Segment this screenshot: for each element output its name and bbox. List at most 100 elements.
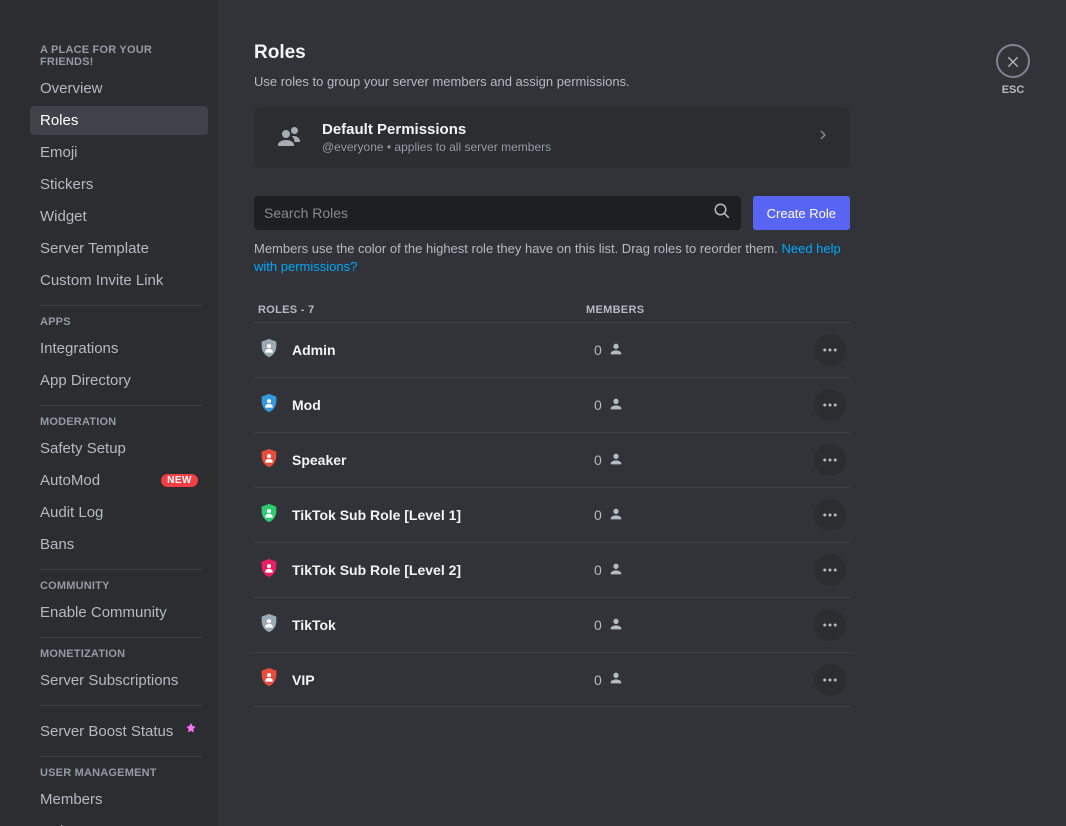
sidebar-item-label: Stickers bbox=[40, 176, 93, 193]
roles-count-header: ROLES - 7 bbox=[258, 304, 586, 316]
sidebar-item-roles[interactable]: Roles bbox=[30, 106, 208, 135]
person-icon bbox=[608, 561, 624, 580]
section-label: COMMUNITY bbox=[40, 580, 208, 592]
role-row[interactable]: Mod0 bbox=[254, 377, 850, 432]
chevron-right-icon bbox=[814, 126, 832, 149]
sidebar-item-label: Emoji bbox=[40, 144, 78, 161]
role-member-count: 0 bbox=[594, 616, 814, 635]
roles-hint: Members use the color of the highest rol… bbox=[254, 240, 850, 276]
role-name: TikTok Sub Role [Level 1] bbox=[292, 507, 594, 523]
role-member-count: 0 bbox=[594, 561, 814, 580]
role-member-count: 0 bbox=[594, 506, 814, 525]
search-roles-box[interactable] bbox=[254, 196, 741, 230]
person-icon bbox=[608, 341, 624, 360]
section-label: MONETIZATION bbox=[40, 648, 208, 660]
members-header: MEMBERS bbox=[586, 304, 846, 316]
role-name: Speaker bbox=[292, 452, 594, 468]
settings-sidebar: A PLACE FOR YOUR FRIENDS! Overview Roles Em… bbox=[0, 0, 218, 826]
role-shield-icon bbox=[258, 392, 292, 419]
role-shield-icon bbox=[258, 612, 292, 639]
section-label: APPS bbox=[40, 316, 208, 328]
sidebar-item-members[interactable]: Members bbox=[30, 785, 208, 814]
role-more-button[interactable] bbox=[814, 554, 846, 586]
sidebar-item-audit-log[interactable]: Audit Log bbox=[30, 498, 208, 527]
main-content: ESC Roles Use roles to group your server… bbox=[218, 0, 1066, 826]
role-row[interactable]: TikTok Sub Role [Level 1]0 bbox=[254, 487, 850, 542]
page-subtitle: Use roles to group your server members a… bbox=[254, 74, 1030, 89]
sidebar-item-invites[interactable]: Invites bbox=[30, 817, 208, 826]
sidebar-item-label: Custom Invite Link bbox=[40, 272, 163, 289]
role-row[interactable]: VIP0 bbox=[254, 652, 850, 707]
sidebar-item-enable-community[interactable]: Enable Community bbox=[30, 598, 208, 627]
sidebar-item-label: Integrations bbox=[40, 340, 118, 357]
role-member-count: 0 bbox=[594, 451, 814, 470]
roles-list: Admin0Mod0Speaker0TikTok Sub Role [Level… bbox=[254, 322, 1030, 707]
sidebar-item-overview[interactable]: Overview bbox=[30, 74, 208, 103]
search-input[interactable] bbox=[264, 205, 713, 221]
sidebar-item-label: Server Template bbox=[40, 240, 149, 257]
search-icon bbox=[713, 202, 731, 225]
sidebar-item-server-subscriptions[interactable]: Server Subscriptions bbox=[30, 666, 208, 695]
create-role-button[interactable]: Create Role bbox=[753, 196, 850, 230]
role-more-button[interactable] bbox=[814, 664, 846, 696]
sidebar-item-label: Audit Log bbox=[40, 504, 103, 521]
role-more-button[interactable] bbox=[814, 499, 846, 531]
boost-icon bbox=[184, 722, 198, 740]
sidebar-item-label: AutoMod bbox=[40, 472, 100, 489]
role-more-button[interactable] bbox=[814, 334, 846, 366]
role-row[interactable]: Speaker0 bbox=[254, 432, 850, 487]
sidebar-item-bans[interactable]: Bans bbox=[30, 530, 208, 559]
sidebar-item-server-template[interactable]: Server Template bbox=[30, 234, 208, 263]
person-icon bbox=[608, 451, 624, 470]
role-name: VIP bbox=[292, 672, 594, 688]
person-icon bbox=[608, 670, 624, 689]
role-shield-icon bbox=[258, 666, 292, 693]
role-row[interactable]: TikTok0 bbox=[254, 597, 850, 652]
sidebar-item-widget[interactable]: Widget bbox=[30, 202, 208, 231]
sidebar-item-stickers[interactable]: Stickers bbox=[30, 170, 208, 199]
close-label: ESC bbox=[1002, 84, 1025, 96]
close-settings[interactable]: ESC bbox=[996, 44, 1030, 96]
page-title: Roles bbox=[254, 42, 1030, 64]
role-name: TikTok Sub Role [Level 2] bbox=[292, 562, 594, 578]
sidebar-item-label: Server Subscriptions bbox=[40, 672, 178, 689]
sidebar-item-label: Server Boost Status bbox=[40, 723, 173, 740]
sidebar-item-label: Bans bbox=[40, 536, 74, 553]
sidebar-item-integrations[interactable]: Integrations bbox=[30, 334, 208, 363]
role-shield-icon bbox=[258, 502, 292, 529]
section-label: A PLACE FOR YOUR FRIENDS! bbox=[40, 44, 208, 68]
sidebar-item-safety-setup[interactable]: Safety Setup bbox=[30, 434, 208, 463]
person-icon bbox=[608, 506, 624, 525]
sidebar-item-automod[interactable]: AutoModNEW bbox=[30, 466, 208, 495]
sidebar-item-custom-invite-link[interactable]: Custom Invite Link bbox=[30, 266, 208, 295]
sidebar-item-label: Members bbox=[40, 791, 103, 808]
role-name: TikTok bbox=[292, 617, 594, 633]
role-shield-icon bbox=[258, 337, 292, 364]
role-more-button[interactable] bbox=[814, 389, 846, 421]
role-more-button[interactable] bbox=[814, 609, 846, 641]
default-permissions-card[interactable]: Default Permissions @everyone • applies … bbox=[254, 107, 850, 168]
sidebar-item-label: Safety Setup bbox=[40, 440, 126, 457]
person-icon bbox=[608, 616, 624, 635]
sidebar-item-emoji[interactable]: Emoji bbox=[30, 138, 208, 167]
role-name: Mod bbox=[292, 397, 594, 413]
sidebar-item-server-boost-status[interactable]: Server Boost Status bbox=[30, 716, 208, 746]
sidebar-item-app-directory[interactable]: App Directory bbox=[30, 366, 208, 395]
role-member-count: 0 bbox=[594, 396, 814, 415]
section-label: USER MANAGEMENT bbox=[40, 767, 208, 779]
section-label: MODERATION bbox=[40, 416, 208, 428]
sidebar-item-label: Roles bbox=[40, 112, 78, 129]
sidebar-item-label: Overview bbox=[40, 80, 103, 97]
close-icon[interactable] bbox=[996, 44, 1030, 78]
role-row[interactable]: TikTok Sub Role [Level 2]0 bbox=[254, 542, 850, 597]
role-row[interactable]: Admin0 bbox=[254, 322, 850, 377]
sidebar-item-label: App Directory bbox=[40, 372, 131, 389]
roles-table-header: ROLES - 7 MEMBERS bbox=[254, 304, 850, 322]
role-member-count: 0 bbox=[594, 670, 814, 689]
role-shield-icon bbox=[258, 557, 292, 584]
role-name: Admin bbox=[292, 342, 594, 358]
sidebar-item-label: Enable Community bbox=[40, 604, 167, 621]
role-member-count: 0 bbox=[594, 341, 814, 360]
role-more-button[interactable] bbox=[814, 444, 846, 476]
default-perms-title: Default Permissions bbox=[322, 121, 551, 138]
